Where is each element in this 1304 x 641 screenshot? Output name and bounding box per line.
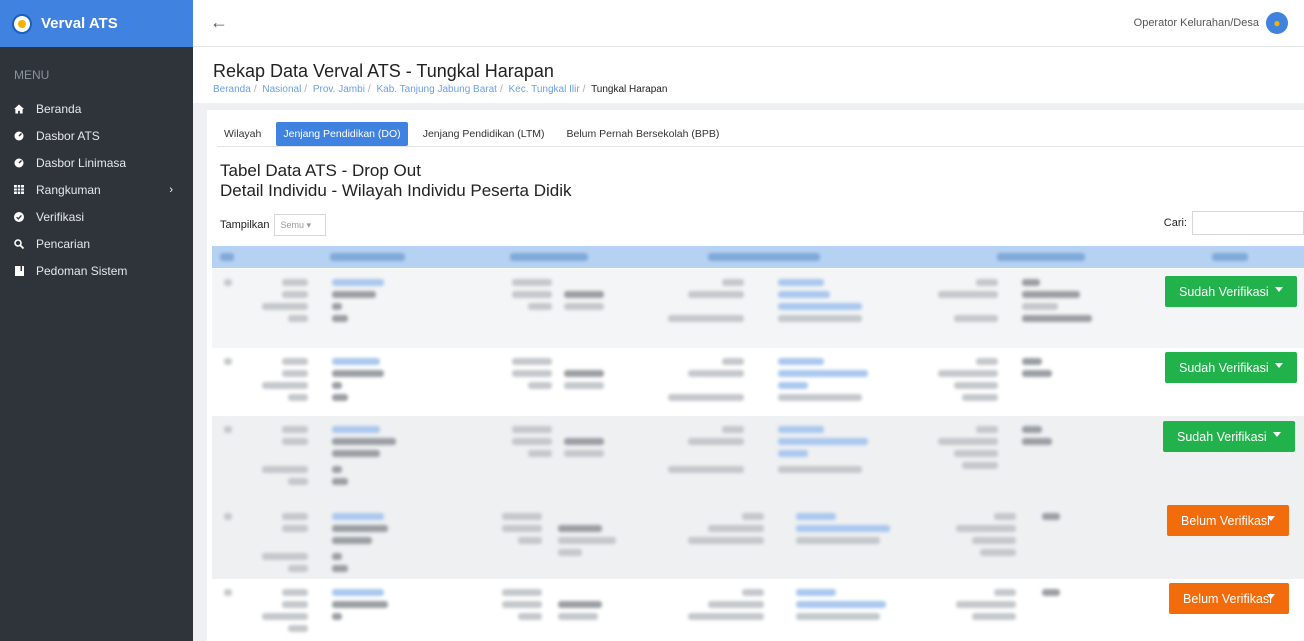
status-button[interactable]: Belum Verifikasi <box>1167 505 1289 536</box>
table-row: Sudah Verifikasi <box>212 269 1304 348</box>
dashboard-icon <box>14 158 24 168</box>
tab-jenjang-do[interactable]: Jenjang Pendidikan (DO) <box>276 122 408 146</box>
page-length-select[interactable]: Semu ▾ <box>273 214 326 236</box>
grid-icon <box>14 185 24 195</box>
menu-label: MENU <box>14 68 50 82</box>
topbar: ← Operator Kelurahan/Desa ● <box>193 0 1304 47</box>
breadcrumb-link[interactable]: Nasional <box>262 84 301 95</box>
header-cell <box>997 253 1085 261</box>
caret-down-icon <box>1275 363 1283 368</box>
table-row: Sudah Verifikasi <box>212 416 1304 499</box>
breadcrumb-link[interactable]: Prov. Jambi <box>313 84 365 95</box>
check-circle-icon <box>14 211 24 222</box>
app-title: Verval ATS <box>41 15 118 32</box>
divider <box>217 146 1304 147</box>
status-button[interactable]: Belum Verifikasi <box>1169 583 1289 614</box>
content-panel: Wilayah Jenjang Pendidikan (DO) Jenjang … <box>207 110 1304 641</box>
logo-icon <box>12 13 32 34</box>
breadcrumb-link[interactable]: Kab. Tanjung Jabung Barat <box>376 84 496 95</box>
sidebar-item-verifikasi[interactable]: Verifikasi <box>0 203 193 230</box>
breadcrumb-current: Tungkal Harapan <box>591 84 668 95</box>
sidebar-item-dasbor-ats[interactable]: Dasbor ATS <box>0 122 193 149</box>
sidebar-item-pedoman-sistem[interactable]: Pedoman Sistem <box>0 257 193 284</box>
search-input[interactable] <box>1192 211 1304 235</box>
header-cell <box>1212 253 1248 261</box>
sidebar-item-label: Verifikasi <box>36 209 85 224</box>
sidebar-item-label: Dasbor Linimasa <box>36 155 127 170</box>
table-search: Cari: <box>1164 211 1304 235</box>
sidebar-item-label: Pedoman Sistem <box>36 263 128 278</box>
header-cell <box>220 253 234 261</box>
avatar: ● <box>1266 12 1288 34</box>
sidebar-item-dasbor-linimasa[interactable]: Dasbor Linimasa <box>0 149 193 176</box>
search-label: Cari: <box>1163 217 1187 229</box>
header-cell <box>708 253 820 261</box>
user-role: Operator Kelurahan/Desa <box>1133 17 1259 29</box>
status-button[interactable]: Sudah Verifikasi <box>1165 352 1297 383</box>
header-cell <box>510 253 588 261</box>
header-cell <box>330 253 405 261</box>
table-heading: Tabel Data ATS - Drop Out Detail Individ… <box>220 161 572 201</box>
sidebar-item-rangkuman[interactable]: Rangkuman › <box>0 176 193 203</box>
breadcrumb-link[interactable]: Beranda <box>213 84 251 95</box>
table-row: Belum Verifikasi <box>212 579 1304 641</box>
tab-wilayah[interactable]: Wilayah <box>217 122 268 146</box>
arrow-left-icon[interactable]: ← <box>210 12 228 33</box>
page-header: Rekap Data Verval ATS - Tungkal Harapan … <box>193 47 1304 103</box>
caret-down-icon <box>1267 516 1275 521</box>
status-button[interactable]: Sudah Verifikasi <box>1165 276 1297 307</box>
caret-down-icon <box>1273 432 1281 437</box>
chevron-right-icon: › <box>169 183 173 196</box>
table-header <box>212 246 1304 268</box>
brand[interactable]: Verval ATS <box>0 0 193 47</box>
breadcrumb: Beranda / Nasional / Prov. Jambi / Kab. Tan… <box>213 84 668 95</box>
user-menu[interactable]: Operator Kelurahan/Desa ● <box>1134 12 1288 34</box>
sidebar-item-label: Dasbor ATS <box>36 128 100 143</box>
sidebar-item-label: Beranda <box>36 101 82 116</box>
book-icon <box>14 265 24 276</box>
table-title: Tabel Data ATS - Drop Out <box>220 161 421 180</box>
sidebar-item-label: Rangkuman <box>36 182 101 197</box>
sidebar-item-pencarian[interactable]: Pencarian <box>0 230 193 257</box>
show-label: Tampilkan <box>220 219 270 231</box>
table-subtitle: Detail Individu - Wilayah Individu Peser… <box>220 181 572 200</box>
page-length-control: Tampilkan Semu ▾ <box>220 214 326 236</box>
search-icon <box>14 238 24 249</box>
sidebar: Verval ATS MENU Beranda Dasbor ATS Dasbo… <box>0 0 193 641</box>
sidebar-item-label: Pencarian <box>36 236 91 251</box>
dashboard-icon <box>14 131 24 141</box>
table-row: Sudah Verifikasi <box>212 348 1304 416</box>
tab-jenjang-ltm[interactable]: Jenjang Pendidikan (LTM) <box>416 122 552 146</box>
tab-bpb[interactable]: Belum Pernah Bersekolah (BPB) <box>559 122 726 146</box>
breadcrumb-link[interactable]: Kec. Tungkal Ilir <box>509 84 580 95</box>
caret-down-icon <box>1275 287 1283 292</box>
page-title: Rekap Data Verval ATS - Tungkal Harapan <box>213 61 554 81</box>
sidebar-item-beranda[interactable]: Beranda <box>0 95 193 122</box>
table-row: Belum Verifikasi <box>212 499 1304 579</box>
caret-down-icon <box>1267 594 1275 599</box>
status-button[interactable]: Sudah Verifikasi <box>1163 421 1295 452</box>
tab-bar: Wilayah Jenjang Pendidikan (DO) Jenjang … <box>217 122 734 146</box>
home-icon <box>14 103 24 114</box>
